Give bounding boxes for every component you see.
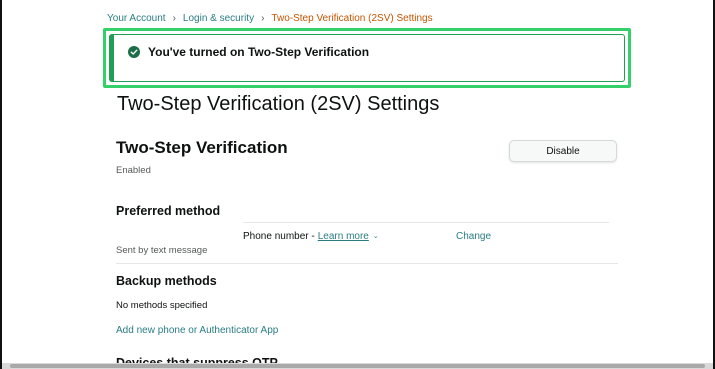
status-text: Enabled: [116, 165, 151, 176]
phone-method: Phone number - Learn more ⌄: [243, 231, 379, 242]
phone-method-label: Phone number -: [243, 231, 315, 242]
breadcrumb-current: Two-Step Verification (2SV) Settings: [271, 13, 433, 24]
chevron-down-icon[interactable]: ⌄: [373, 232, 379, 240]
add-phone-link[interactable]: Add new phone or Authenticator App: [116, 325, 278, 336]
two-step-verification-title: Two-Step Verification: [116, 138, 288, 157]
backup-methods-title: Backup methods: [116, 274, 217, 288]
divider: [243, 222, 609, 223]
horizontal-scrollbar[interactable]: [2, 363, 713, 369]
breadcrumb: Your Account › Login & security › Two-St…: [107, 13, 433, 24]
page-title: Two-Step Verification (2SV) Settings: [117, 93, 440, 115]
success-alert-message: You've turned on Two-Step Verification: [148, 45, 370, 59]
breadcrumb-separator: ›: [261, 13, 265, 24]
sent-by-text: Sent by text message: [116, 245, 208, 256]
success-alert-box: You've turned on Two-Step Verification: [109, 34, 625, 82]
window-edge-left: [0, 0, 2, 369]
change-link[interactable]: Change: [456, 231, 491, 242]
divider: [116, 263, 618, 264]
breadcrumb-separator: ›: [172, 13, 176, 24]
breadcrumb-your-account[interactable]: Your Account: [107, 13, 166, 24]
success-alert: You've turned on Two-Step Verification: [103, 28, 631, 88]
breadcrumb-login-security[interactable]: Login & security: [183, 13, 254, 24]
preferred-method-title: Preferred method: [116, 204, 221, 218]
scrollbar-thumb[interactable]: [10, 364, 705, 368]
learn-more-link[interactable]: Learn more: [318, 231, 369, 242]
no-methods-text: No methods specified: [116, 300, 208, 311]
disable-button[interactable]: Disable: [509, 140, 617, 162]
check-circle-icon: [128, 46, 140, 58]
